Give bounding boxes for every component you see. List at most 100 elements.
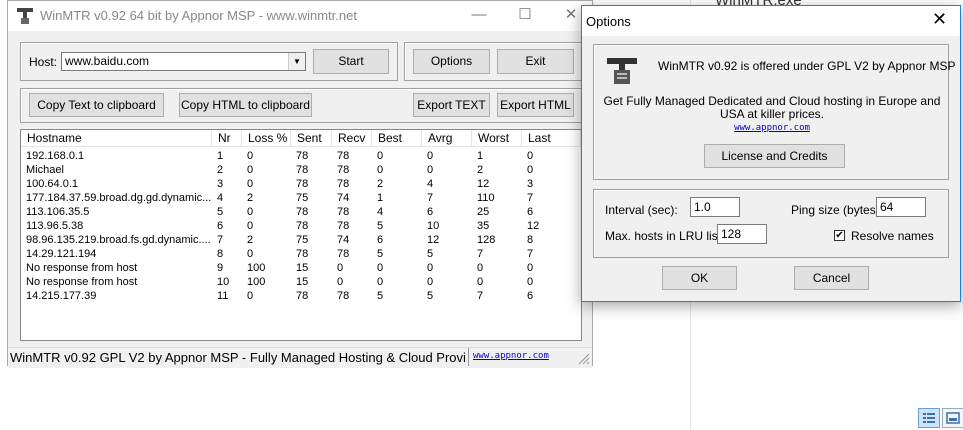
column-header[interactable]: Recv [332,130,372,147]
chevron-down-icon[interactable]: ▼ [288,53,305,70]
table-cell: 0 [247,248,254,260]
table-cell: 0 [377,164,384,176]
status-bar: WinMTR v0.92 GPL V2 by Appnor MSP - Full… [8,347,592,368]
table-cell: 1 [377,192,384,204]
table-cell: 3 [527,178,534,190]
list-view-icon[interactable] [918,408,940,428]
table-cell: 78 [296,248,309,260]
options-titlebar[interactable]: Options ✕ [582,6,960,36]
ping-size-input[interactable]: 64 [876,197,926,217]
table-cell: 12 [477,178,490,190]
thumbnail-view-icon[interactable] [942,408,963,428]
interval-label: Interval (sec): [605,203,678,217]
table-cell: 78 [296,220,309,232]
options-dialog: Options ✕ WinMTR v0.92 is offered under … [581,5,961,302]
table-cell: 2 [217,164,224,176]
table-cell: 25 [477,206,490,218]
table-cell: 10 [217,276,230,288]
table-cell: 4 [217,192,224,204]
row-hostname: 100.64.0.1 [26,178,78,190]
table-cell: 78 [296,164,309,176]
table-cell: 128 [477,234,496,246]
options-close-button[interactable]: ✕ [932,9,947,30]
options-button[interactable]: Options [413,49,490,74]
column-header[interactable]: Avrg [422,130,472,147]
table-cell: 6 [217,220,224,232]
table-cell: 7 [527,192,534,204]
main-window-title: WinMTR v0.92 64 bit by Appnor MSP - www.… [40,8,357,23]
row-hostname: 98.96.135.219.broad.fs.gd.dynamic.... [26,234,211,246]
table-cell: 78 [296,150,309,162]
resize-grip-icon[interactable] [576,351,590,365]
column-header[interactable]: Nr [212,130,242,147]
start-button[interactable]: Start [313,49,389,74]
main-titlebar[interactable]: WinMTR v0.92 64 bit by Appnor MSP - www.… [8,1,592,31]
column-header[interactable]: Loss % [242,130,291,147]
table-cell: 2 [477,164,484,176]
minimize-button[interactable]: — [456,1,502,31]
table-cell: 3 [217,178,224,190]
table-cell: 0 [427,276,434,288]
about-line-3: USA at killer prices. [719,107,825,121]
host-combo[interactable]: www.baidu.com ▼ [61,52,306,71]
resolve-names-checkbox[interactable]: ✔ [834,230,845,241]
ok-button[interactable]: OK [662,266,737,290]
table-cell: 5 [217,206,224,218]
winmtr-main-window: WinMTR v0.92 64 bit by Appnor MSP - www.… [7,0,593,368]
table-cell: 0 [247,150,254,162]
row-hostname: 113.106.35.5 [26,206,90,218]
table-cell: 0 [427,164,434,176]
max-hosts-input[interactable]: 128 [717,224,767,244]
column-header[interactable]: Best [372,130,422,147]
table-cell: 110 [477,192,495,204]
table-cell: 78 [337,178,350,190]
row-hostname: No response from host [26,262,138,274]
table-cell: 12 [427,234,440,246]
table-cell: 1 [477,150,484,162]
about-line-2: Get Fully Managed Dedicated and Cloud ho… [603,94,941,108]
table-cell: 0 [527,276,534,288]
column-header[interactable]: Sent [291,130,332,147]
table-cell: 74 [337,234,350,246]
table-cell: 0 [527,262,534,274]
winmtr-logo-icon [606,56,638,89]
table-cell: 6 [527,206,534,218]
table-cell: 7 [477,248,484,260]
table-cell: 1 [217,150,224,162]
table-cell: 0 [247,164,254,176]
maximize-button[interactable]: ☐ [502,1,548,31]
table-cell: 5 [377,290,384,302]
export-html-button[interactable]: Export HTML [497,93,574,117]
about-link[interactable]: www.appnor.com [602,123,942,133]
results-list[interactable]: Hostname Nr Loss % Sent Recv Best Avrg Worst Las… [20,129,582,341]
export-text-button[interactable]: Export TEXT [413,93,490,117]
cancel-button[interactable]: Cancel [794,266,869,290]
table-cell: 78 [337,164,350,176]
options-title: Options [586,14,631,29]
table-cell: 2 [377,178,384,190]
table-cell: 78 [296,290,309,302]
table-cell: 100 [247,262,266,274]
table-cell: 5 [377,248,384,260]
table-cell: 100 [247,276,266,288]
table-cell: 78 [337,150,350,162]
column-header[interactable]: Last [522,130,581,147]
resolve-names-label: Resolve names [851,229,934,243]
license-credits-button[interactable]: License and Credits [704,144,845,168]
row-hostname: 14.29.121.194 [26,248,97,260]
column-header[interactable]: Worst [472,130,522,147]
table-cell: 0 [477,276,484,288]
exit-button[interactable]: Exit [497,49,574,74]
table-cell: 78 [337,290,350,302]
column-header[interactable]: Hostname [21,130,212,147]
row-hostname: No response from host [26,276,138,288]
host-value: www.baidu.com [65,54,150,68]
table-cell: 0 [427,150,434,162]
table-cell: 0 [337,262,344,274]
table-cell: 6 [377,234,384,246]
interval-input[interactable]: 1.0 [690,197,740,217]
table-cell: 74 [337,192,350,204]
copy-html-button[interactable]: Copy HTML to clipboard [179,93,312,117]
copy-text-button[interactable]: Copy Text to clipboard [29,93,164,117]
status-link[interactable]: www.appnor.com [473,351,549,361]
